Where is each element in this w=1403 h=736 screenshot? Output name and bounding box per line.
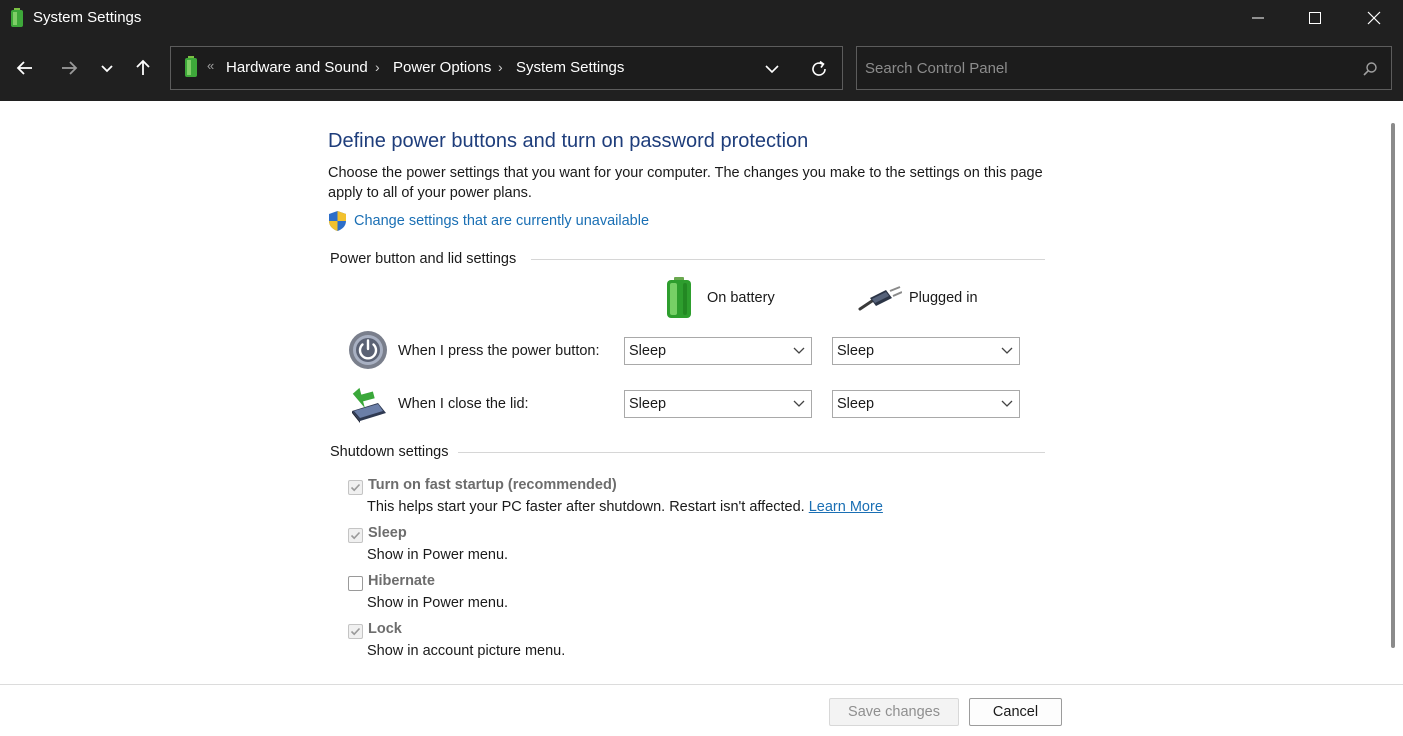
close-lid-row-label: When I close the lid: [398,396,529,412]
lock-description: Show in account picture menu. [367,643,565,659]
power-button-row-label: When I press the power button: [398,343,600,359]
select-value: Sleep [629,396,666,412]
minimize-button[interactable] [1229,0,1287,36]
close-button[interactable] [1345,0,1403,36]
plugged-in-label: Plugged in [909,290,978,306]
section-divider [458,452,1045,453]
lock-checkbox[interactable] [348,624,363,639]
checkmark-icon [350,626,361,637]
close-lid-plugged-in-select[interactable]: Sleep [832,390,1020,418]
scrollbar-thumb[interactable] [1391,123,1395,648]
power-button-plugged-in-select[interactable]: Sleep [832,337,1020,365]
page-description: Choose the power settings that you want … [328,163,1048,203]
breadcrumb-separator[interactable]: › [375,59,380,75]
chevron-down-icon [1001,399,1013,409]
fast-startup-checkbox[interactable] [348,480,363,495]
cancel-button[interactable]: Cancel [969,698,1062,726]
arrow-right-icon [59,58,79,78]
battery-icon [665,277,693,319]
maximize-icon [1308,11,1322,25]
power-section-title: Power button and lid settings [330,251,516,267]
window-title: System Settings [33,9,141,26]
footer-bar: Save changes Cancel [0,684,1403,736]
maximize-button[interactable] [1286,0,1344,36]
section-divider [531,259,1045,260]
checkmark-icon [350,482,361,493]
select-value: Sleep [837,343,874,359]
power-button-on-battery-select[interactable]: Sleep [624,337,812,365]
laptop-lid-icon [348,385,388,425]
main-content: Define power buttons and turn on passwor… [0,101,1403,684]
page-title: Define power buttons and turn on passwor… [328,130,808,153]
close-lid-on-battery-select[interactable]: Sleep [624,390,812,418]
on-battery-label: On battery [707,290,775,306]
title-bar: System Settings [0,0,1403,36]
fast-startup-description-text: This helps start your PC faster after sh… [367,499,809,515]
chevron-down-icon [793,346,805,356]
breadcrumb-separator[interactable]: › [498,59,503,75]
sleep-label: Sleep [368,525,407,541]
address-dropdown-icon[interactable] [761,59,783,79]
up-button[interactable] [128,56,158,80]
minimize-icon [1251,11,1265,25]
select-value: Sleep [837,396,874,412]
close-icon [1367,11,1381,25]
refresh-icon[interactable] [808,58,830,80]
sleep-description: Show in Power menu. [367,547,508,563]
arrow-left-icon [15,58,35,78]
shutdown-section-title: Shutdown settings [330,444,449,460]
address-bar[interactable]: « Hardware and Sound › Power Options › S… [170,46,843,90]
back-button[interactable] [10,56,40,80]
breadcrumb-power-options[interactable]: Power Options [393,59,491,76]
battery-app-icon [10,8,24,27]
learn-more-link[interactable]: Learn More [809,499,883,515]
battery-icon [183,56,199,78]
change-settings-link[interactable]: Change settings that are currently unava… [354,213,649,229]
hibernate-checkbox[interactable] [348,576,363,591]
hibernate-label: Hibernate [368,573,435,589]
uac-shield-icon [328,211,347,231]
search-icon[interactable] [1362,61,1378,77]
fast-startup-description: This helps start your PC faster after sh… [367,499,883,515]
navigation-bar: « Hardware and Sound › Power Options › S… [0,36,1403,101]
breadcrumb-hardware-and-sound[interactable]: Hardware and Sound [226,59,368,76]
search-box[interactable] [856,46,1392,90]
lock-label: Lock [368,621,402,637]
recent-locations-button[interactable] [92,56,122,80]
chevron-down-icon [97,58,117,78]
select-value: Sleep [629,343,666,359]
power-plug-icon [858,284,902,312]
chevron-down-icon [793,399,805,409]
power-button-icon [348,330,388,370]
breadcrumb-system-settings[interactable]: System Settings [516,59,624,76]
arrow-up-icon [133,58,153,78]
breadcrumb-overflow-icon[interactable]: « [207,58,214,73]
checkmark-icon [350,530,361,541]
sleep-checkbox[interactable] [348,528,363,543]
search-input[interactable] [865,57,1345,79]
forward-button[interactable] [54,56,84,80]
chevron-down-icon [1001,346,1013,356]
vertical-scrollbar[interactable] [1385,101,1403,684]
fast-startup-label: Turn on fast startup (recommended) [368,477,617,493]
save-changes-button[interactable]: Save changes [829,698,959,726]
hibernate-description: Show in Power menu. [367,595,508,611]
